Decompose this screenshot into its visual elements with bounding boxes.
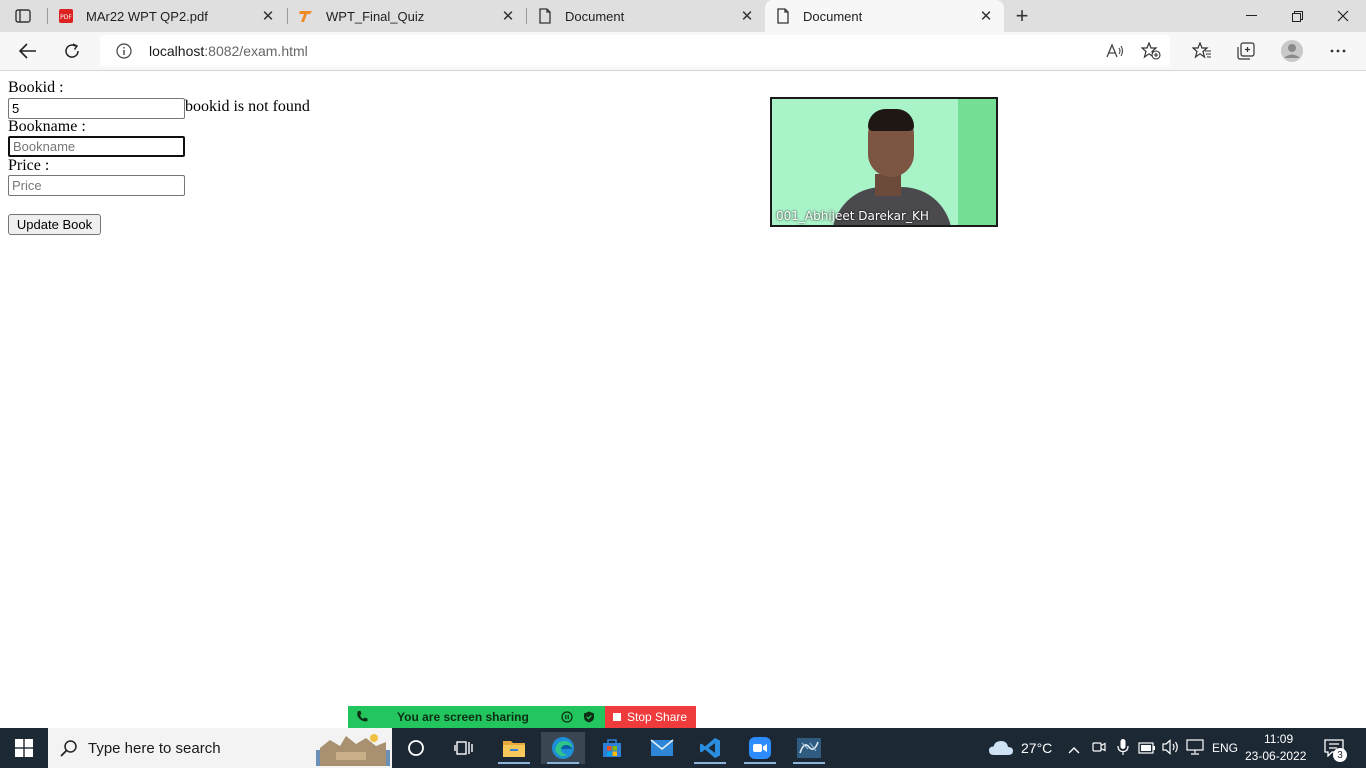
cortana-icon[interactable] (394, 732, 438, 764)
stop-share-label: Stop Share (627, 710, 688, 724)
stop-icon (613, 713, 621, 721)
zoom-icon[interactable] (738, 732, 782, 764)
quiz-t-icon (298, 8, 314, 24)
add-favorite-icon[interactable] (1135, 35, 1167, 67)
document-icon (537, 8, 553, 24)
close-icon[interactable]: ✕ (258, 6, 278, 26)
tab-document-1[interactable]: Document ✕ (527, 0, 765, 32)
search-highlight-icon[interactable] (316, 730, 390, 771)
refresh-icon[interactable] (56, 35, 88, 67)
chevron-up-icon[interactable] (1068, 741, 1080, 759)
tab-strip: PDF MAr22 WPT QP2.pdf ✕ WPT_Final_Quiz ✕… (0, 0, 1366, 32)
document-icon (775, 8, 791, 24)
page-content: Bookid : bookid is not found Bookname : … (0, 72, 1366, 728)
tab-quiz[interactable]: WPT_Final_Quiz ✕ (288, 0, 526, 32)
url-text[interactable]: localhost:8082/exam.html (149, 43, 308, 59)
window-close-icon[interactable] (1320, 0, 1366, 32)
search-icon (60, 739, 78, 762)
address-bar[interactable]: localhost:8082/exam.html (100, 35, 1170, 67)
tab-title: WPT_Final_Quiz (326, 8, 425, 24)
participant-name: 001_Abhijeet Darekar_KH (776, 209, 929, 223)
clock-date[interactable]: 23-06-2022 (1245, 749, 1306, 763)
tab-document-active[interactable]: Document ✕ (765, 0, 1004, 32)
favorites-icon[interactable] (1186, 35, 1218, 67)
task-view-icon[interactable] (442, 732, 486, 764)
search-placeholder: Type here to search (88, 740, 221, 757)
svg-text:PDF: PDF (60, 14, 72, 21)
more-menu-icon[interactable] (1322, 35, 1354, 67)
price-label: Price : (8, 157, 50, 174)
taskbar: Type here to search 27°C ENG 11:09 23-06… (0, 728, 1366, 768)
stop-share-button[interactable]: Stop Share (605, 706, 696, 728)
screen-share-bar: You are screen sharing Stop Share (348, 706, 696, 728)
browser-toolbar: localhost:8082/exam.html (0, 32, 1366, 71)
battery-icon[interactable] (1138, 741, 1156, 759)
bookid-label: Bookid : (8, 79, 64, 96)
share-status[interactable]: You are screen sharing (348, 706, 605, 728)
info-icon[interactable] (116, 43, 132, 59)
profile-avatar-icon[interactable] (1276, 35, 1308, 67)
minimize-icon[interactable] (1228, 0, 1274, 32)
participant-video[interactable]: 001_Abhijeet Darekar_KH (770, 97, 998, 227)
bookid-error-message: bookid is not found (185, 98, 310, 115)
microsoft-store-icon[interactable] (590, 732, 634, 764)
pause-icon[interactable] (561, 711, 573, 726)
speaker-icon[interactable] (1162, 739, 1180, 760)
tab-actions-icon[interactable] (12, 6, 34, 26)
file-explorer-icon[interactable] (492, 732, 536, 764)
new-tab-icon[interactable]: + (1010, 3, 1034, 28)
price-input[interactable] (8, 175, 185, 196)
tab-title: Document (565, 8, 625, 24)
clock-time[interactable]: 11:09 (1264, 732, 1293, 746)
close-icon[interactable]: ✕ (737, 6, 757, 26)
meet-now-icon[interactable] (1092, 739, 1106, 760)
bookname-input[interactable] (8, 136, 185, 157)
vscode-icon[interactable] (688, 732, 732, 764)
weather-cloud-icon[interactable] (988, 739, 1014, 762)
edge-browser-icon[interactable] (541, 732, 585, 764)
microphone-icon[interactable] (1117, 738, 1129, 761)
bookid-input[interactable] (8, 98, 185, 119)
tab-title: Document (803, 8, 863, 24)
shield-icon[interactable] (583, 711, 595, 726)
tab-pdf[interactable]: PDF MAr22 WPT QP2.pdf ✕ (48, 0, 286, 32)
mysql-workbench-icon[interactable] (787, 732, 831, 764)
tab-title: MAr22 WPT QP2.pdf (86, 8, 208, 24)
restore-icon[interactable] (1274, 0, 1320, 32)
close-icon[interactable]: ✕ (976, 6, 996, 26)
mail-icon[interactable] (640, 732, 684, 764)
taskbar-search[interactable]: Type here to search (48, 728, 392, 768)
weather-temperature[interactable]: 27°C (1021, 740, 1052, 756)
share-status-text: You are screen sharing (397, 710, 529, 724)
collections-icon[interactable] (1230, 35, 1262, 67)
back-arrow-icon[interactable] (12, 35, 44, 67)
update-book-button[interactable]: Update Book (8, 214, 101, 235)
read-aloud-icon[interactable] (1099, 35, 1131, 67)
close-icon[interactable]: ✕ (498, 6, 518, 26)
language-indicator[interactable]: ENG (1212, 741, 1238, 755)
notification-count-badge: 3 (1333, 748, 1347, 762)
pdf-icon: PDF (58, 8, 74, 24)
bookname-label: Bookname : (8, 118, 86, 135)
windows-start-icon[interactable] (0, 728, 48, 768)
network-icon[interactable] (1186, 739, 1204, 760)
phone-icon (356, 710, 368, 726)
